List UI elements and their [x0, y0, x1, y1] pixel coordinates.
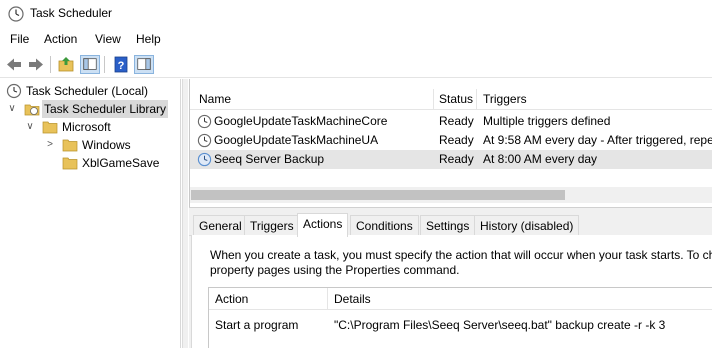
actions-tab-panel: When you create a task, you must specify…	[191, 235, 712, 348]
task-name: Seeq Server Backup	[214, 152, 325, 166]
tree-label: Task Scheduler (Local)	[26, 84, 149, 98]
task-name: GoogleUpdateTaskMachineCore	[214, 114, 388, 128]
actions-description: When you create a task, you must specify…	[210, 248, 712, 278]
column-header-name[interactable]: Name	[199, 92, 231, 106]
task-detail-pane: General Triggers Actions Conditions Sett…	[189, 211, 712, 348]
tab-triggers[interactable]: Triggers	[244, 215, 300, 236]
tree-label: Windows	[82, 138, 131, 152]
menu-file[interactable]: File	[10, 32, 29, 46]
action-type[interactable]: Start a program	[215, 318, 298, 332]
tab-conditions[interactable]: Conditions	[350, 215, 419, 236]
help-icon[interactable]: ?	[111, 55, 131, 74]
show-hide-console-tree-icon[interactable]	[80, 55, 100, 74]
action-details[interactable]: "C:\Program Files\Seeq Server\seeq.bat" …	[334, 318, 665, 332]
task-triggers: At 8:00 AM every day	[483, 152, 598, 166]
tree-item-task-scheduler-library[interactable]: ∨ Task Scheduler Library	[0, 100, 181, 118]
column-divider[interactable]	[476, 89, 477, 110]
clock-icon	[6, 83, 22, 99]
folder-icon	[42, 121, 58, 134]
forward-arrow-icon[interactable]	[26, 55, 46, 74]
scrollbar-thumb[interactable]	[191, 190, 565, 200]
task-list-header: Name Status Triggers	[190, 89, 712, 110]
title-bar: Task Scheduler	[0, 0, 712, 28]
svg-text:?: ?	[118, 60, 125, 72]
actions-table-header: Action Details	[209, 288, 712, 310]
menu-action[interactable]: Action	[44, 32, 77, 46]
tab-history[interactable]: History (disabled)	[474, 215, 580, 236]
task-status: Ready	[439, 114, 474, 128]
window-title: Task Scheduler	[30, 6, 113, 20]
library-folder-clock-icon	[24, 104, 40, 116]
folder-icon	[62, 157, 78, 170]
tree-item-microsoft[interactable]: ∨ Microsoft	[0, 118, 181, 136]
task-status: Ready	[439, 133, 474, 147]
task-clock-icon	[197, 133, 212, 148]
task-row[interactable]: GoogleUpdateTaskMachineUA Ready At 9:58 …	[190, 131, 712, 150]
column-divider[interactable]	[433, 89, 434, 110]
tab-settings[interactable]: Settings	[420, 215, 476, 236]
task-list: Name Status Triggers GoogleUpdateTaskMac…	[189, 79, 712, 207]
back-arrow-icon[interactable]	[4, 55, 24, 74]
description-line: When you create a task, you must specify…	[210, 248, 712, 262]
chevron-down-icon[interactable]: ∨	[24, 118, 36, 136]
column-header-action[interactable]: Action	[215, 292, 248, 306]
actions-table: Action Details Start a program "C:\Progr…	[208, 287, 712, 348]
tree-label: Task Scheduler Library	[42, 100, 169, 118]
toolbar: ?	[0, 51, 712, 78]
menu-view[interactable]: View	[95, 32, 121, 46]
column-header-triggers[interactable]: Triggers	[483, 92, 527, 106]
chevron-down-icon[interactable]: ∨	[6, 100, 18, 118]
task-name: GoogleUpdateTaskMachineUA	[214, 133, 379, 147]
toolbar-separator	[50, 56, 51, 73]
tree-item-windows[interactable]: > Windows	[0, 136, 181, 154]
task-clock-icon	[197, 152, 212, 167]
tab-actions[interactable]: Actions	[297, 213, 349, 237]
folder-icon	[62, 139, 78, 152]
tree-label: Microsoft	[62, 120, 111, 134]
menu-bar: File Action View Help	[0, 29, 712, 50]
task-scheduler-clock-icon	[8, 6, 24, 22]
column-header-details[interactable]: Details	[334, 292, 371, 306]
show-hide-action-pane-icon[interactable]	[134, 55, 154, 74]
chevron-right-icon[interactable]: >	[44, 136, 56, 154]
pane-splitter[interactable]	[182, 79, 188, 348]
tree-label: XblGameSave	[82, 156, 160, 170]
menu-help[interactable]: Help	[136, 32, 161, 46]
tree-item-xblgamesave[interactable]: XblGameSave	[0, 154, 181, 172]
column-divider[interactable]	[327, 288, 328, 310]
toolbar-separator	[104, 56, 105, 73]
task-row[interactable]: GoogleUpdateTaskMachineCore Ready Multip…	[190, 112, 712, 131]
up-folder-icon[interactable]	[56, 55, 76, 74]
detail-tabs: General Triggers Actions Conditions Sett…	[189, 213, 712, 237]
console-tree: Task Scheduler (Local) ∨ Task Scheduler …	[0, 79, 181, 348]
task-triggers: At 9:58 AM every day - After triggered, …	[483, 133, 712, 147]
column-header-status[interactable]: Status	[439, 92, 473, 106]
task-status: Ready	[439, 152, 474, 166]
tab-general[interactable]: General	[193, 215, 248, 236]
description-line: property pages using the Properties comm…	[210, 263, 460, 277]
horizontal-scrollbar[interactable]	[190, 187, 712, 203]
task-clock-icon	[197, 114, 212, 129]
tree-item-task-scheduler-local[interactable]: Task Scheduler (Local)	[0, 82, 181, 100]
task-triggers: Multiple triggers defined	[483, 114, 611, 128]
task-row-selected[interactable]: Seeq Server Backup Ready At 8:00 AM ever…	[190, 150, 712, 169]
